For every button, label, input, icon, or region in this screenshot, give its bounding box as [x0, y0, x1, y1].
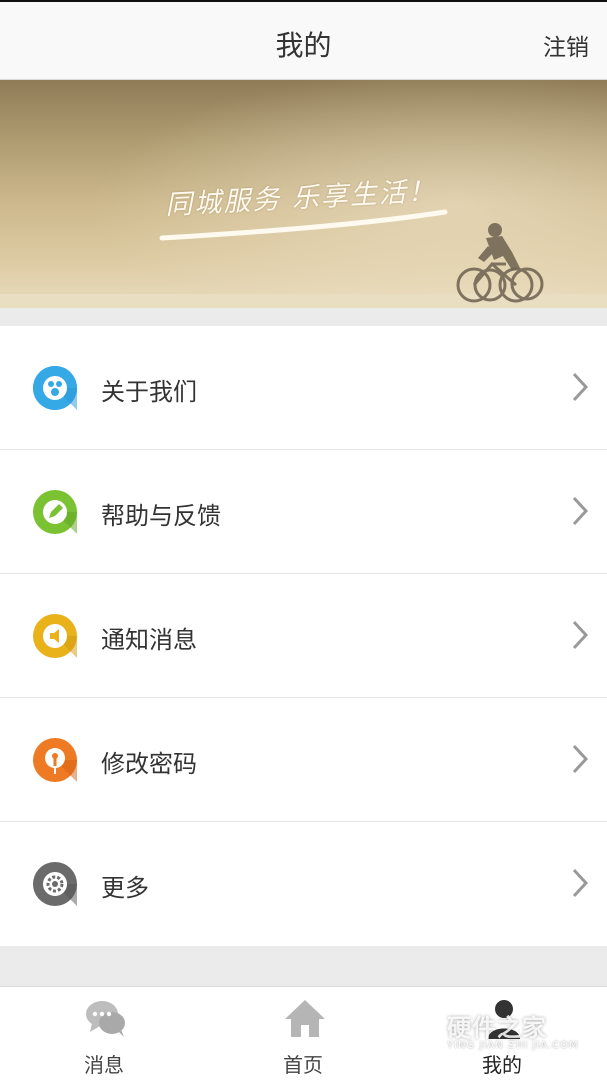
menu-item-label: 更多 — [101, 874, 149, 902]
chevron-right-icon — [572, 744, 589, 774]
menu-item-label: 修改密码 — [101, 750, 197, 778]
tab-label: 首页 — [283, 1053, 323, 1077]
watermark-text: 硬件之家 — [447, 1014, 547, 1042]
menu-item-label: 通知消息 — [101, 626, 197, 654]
watermark-logo: 硬件之家 YING JIAN ZHI JIA.COM — [399, 1006, 589, 1058]
gear-icon — [33, 862, 77, 906]
chat-bubbles-icon — [86, 1001, 125, 1037]
settings-menu: 关于我们 帮助与反馈 通知消息 修改密码 更多 — [0, 326, 607, 946]
watermark-subtext: YING JIAN ZHI JIA.COM — [447, 1040, 579, 1051]
profile-page: 我的 注销 同城服务 乐享生活！ 关于我们 帮助与反馈 通知消息 修改密码 更多… — [0, 0, 607, 1080]
chevron-right-icon — [572, 496, 589, 526]
paw-icon — [33, 366, 77, 410]
speaker-icon — [33, 614, 77, 658]
page-title: 我的 — [275, 29, 332, 62]
tab-label: 消息 — [84, 1053, 124, 1077]
menu-item-more[interactable]: 更多 — [0, 822, 607, 946]
key-icon — [33, 738, 77, 782]
pencil-icon — [33, 490, 77, 534]
banner-image: 同城服务 乐享生活！ — [0, 80, 607, 308]
menu-item-about-us[interactable]: 关于我们 — [0, 326, 607, 450]
section-spacer — [0, 308, 607, 326]
chevron-right-icon — [572, 372, 589, 402]
chevron-right-icon — [572, 868, 589, 898]
menu-item-label: 帮助与反馈 — [101, 502, 221, 530]
tab-messages[interactable]: 消息 — [3, 987, 205, 1080]
home-icon — [285, 1000, 325, 1037]
tab-home[interactable]: 首页 — [202, 987, 404, 1080]
menu-item-label: 关于我们 — [101, 378, 197, 406]
menu-item-help-feedback[interactable]: 帮助与反馈 — [0, 450, 607, 574]
section-spacer — [0, 946, 607, 986]
menu-item-change-password[interactable]: 修改密码 — [0, 698, 607, 822]
hexagon-logo-icon — [402, 1008, 440, 1055]
chevron-right-icon — [572, 620, 589, 650]
menu-item-notifications[interactable]: 通知消息 — [0, 574, 607, 698]
title-bar: 我的 注销 — [0, 0, 607, 80]
logout-button[interactable]: 注销 — [543, 28, 589, 62]
